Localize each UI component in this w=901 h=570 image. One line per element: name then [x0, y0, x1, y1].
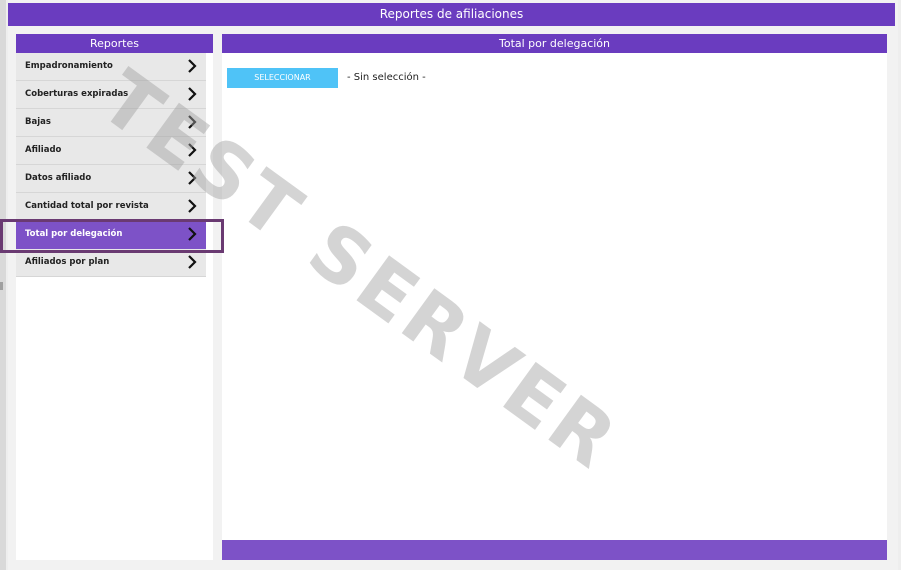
report-menu: Empadronamiento Coberturas expiradas Baj…: [16, 53, 206, 277]
chevron-right-icon: [188, 59, 197, 73]
sidebar-item-label: Afiliado: [25, 145, 62, 155]
chevron-right-icon: [188, 115, 197, 129]
sidebar-item-afiliados-por-plan[interactable]: Afiliados por plan: [16, 249, 206, 277]
chevron-right-icon: [188, 143, 197, 157]
main-panel-title: Total por delegación: [222, 34, 887, 53]
chevron-right-icon: [188, 255, 197, 269]
main-panel-footer: [222, 540, 887, 560]
selection-status: - Sin selección -: [347, 72, 426, 83]
sidebar-item-empadronamiento[interactable]: Empadronamiento: [16, 53, 206, 81]
sidebar-item-label: Cantidad total por revista: [25, 201, 149, 211]
select-button[interactable]: SELECCIONAR: [227, 68, 338, 88]
sidebar-item-coberturas-expiradas[interactable]: Coberturas expiradas: [16, 81, 206, 109]
sidebar-item-datos-afiliado[interactable]: Datos afiliado: [16, 165, 206, 193]
sidebar-item-label: Bajas: [25, 117, 51, 127]
sidebar-item-label: Afiliados por plan: [25, 257, 110, 267]
sidebar-item-label: Coberturas expiradas: [25, 89, 129, 99]
sidebar-item-label: Total por delegación: [25, 229, 123, 239]
sidebar-item-cantidad-total-por-revista[interactable]: Cantidad total por revista: [16, 193, 206, 221]
chevron-right-icon: [188, 87, 197, 101]
page-title: Reportes de afiliaciones: [8, 3, 895, 26]
chevron-right-icon: [188, 227, 197, 241]
sidebar: Reportes Empadronamiento Coberturas expi…: [16, 34, 213, 560]
sidebar-item-afiliado[interactable]: Afiliado: [16, 137, 206, 165]
sidebar-item-label: Datos afiliado: [25, 173, 92, 183]
app-window: Reportes de afiliaciones Reportes Empadr…: [8, 0, 898, 570]
sidebar-item-label: Empadronamiento: [25, 61, 113, 71]
left-edge-handle: [0, 282, 3, 290]
chevron-right-icon: [188, 199, 197, 213]
sidebar-title: Reportes: [16, 34, 213, 53]
main-panel: Total por delegación SELECCIONAR - Sin s…: [222, 34, 887, 560]
sidebar-item-total-por-delegacion[interactable]: Total por delegación: [16, 221, 206, 249]
sidebar-item-bajas[interactable]: Bajas: [16, 109, 206, 137]
chevron-right-icon: [188, 171, 197, 185]
